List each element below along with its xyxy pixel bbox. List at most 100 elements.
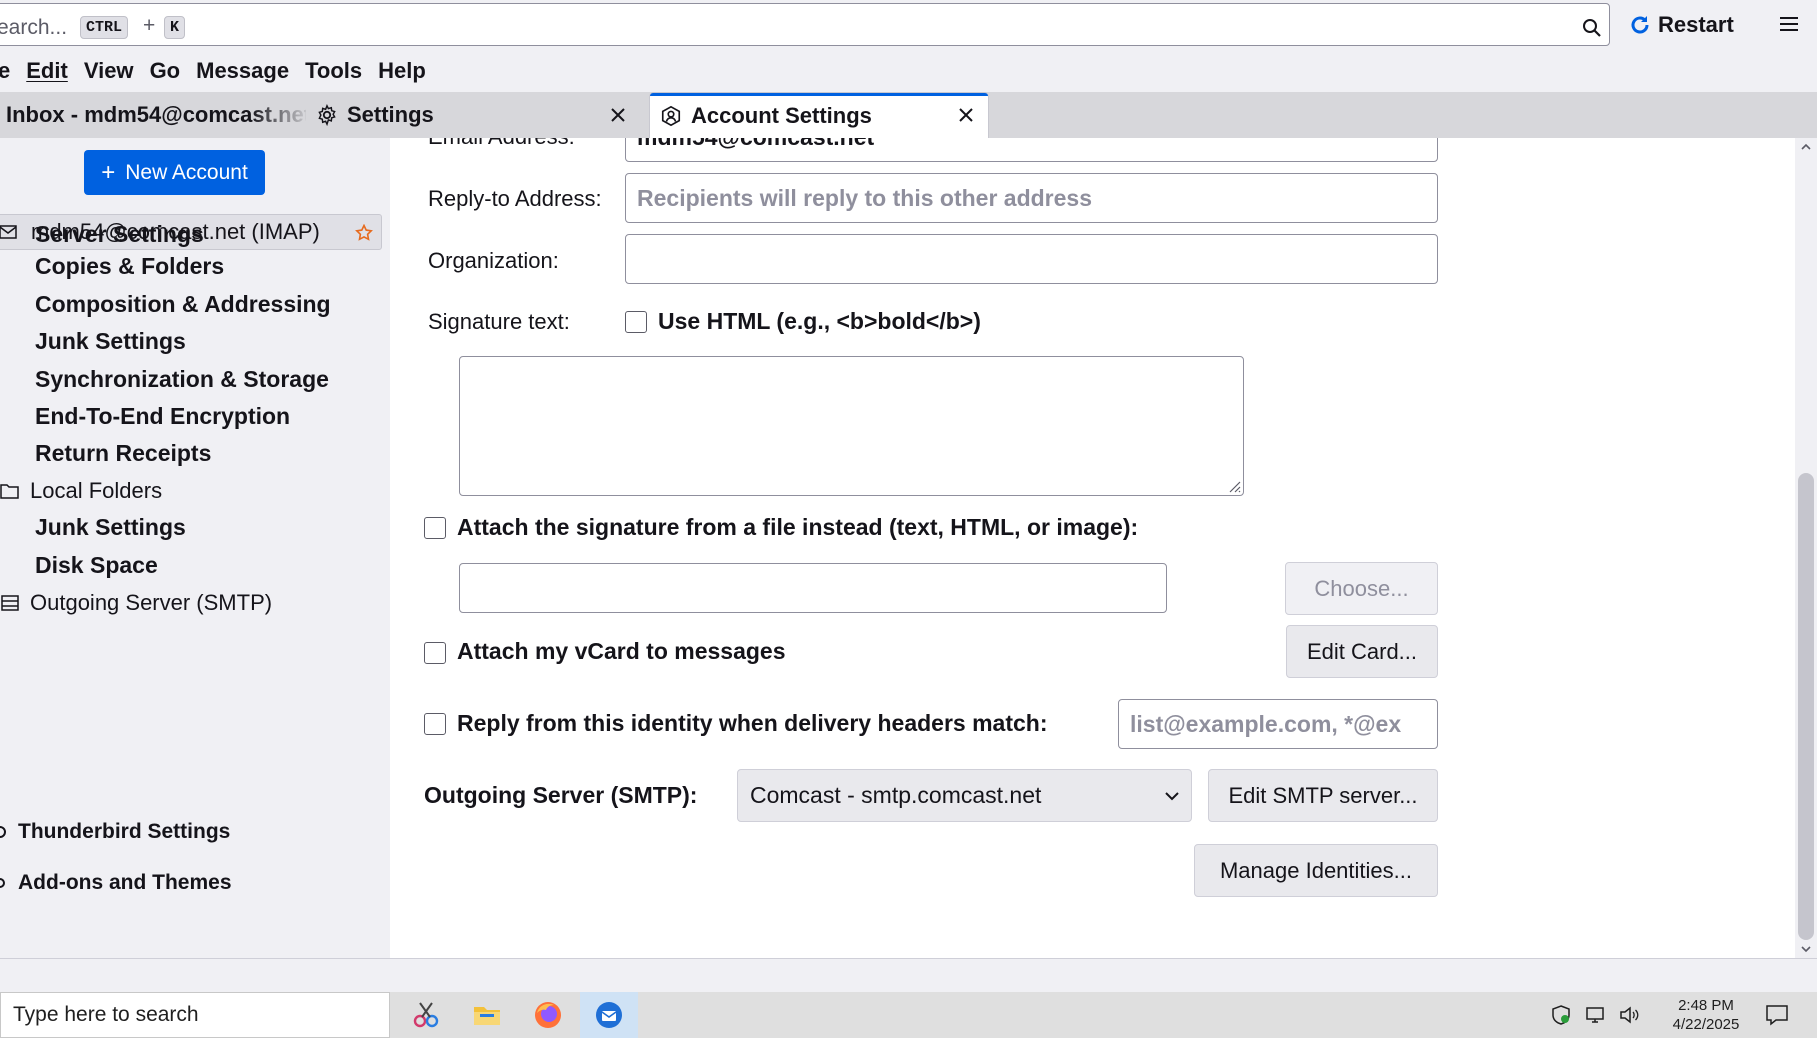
tab-inbox[interactable]: Inbox - mdm54@comcast.net	[6, 92, 306, 138]
attach-vcard-label[interactable]: Attach my vCard to messages	[457, 638, 786, 665]
tab-account-settings[interactable]: Account Settings	[650, 93, 988, 138]
global-search-text[interactable]: earch...	[0, 16, 67, 40]
volume-icon[interactable]	[1618, 1004, 1640, 1026]
notification-icon[interactable]	[1764, 1003, 1790, 1027]
use-html-checkbox[interactable]	[625, 311, 647, 333]
local-folders-label: Local Folders	[30, 478, 163, 503]
use-html-label[interactable]: Use HTML (e.g., <b>bold</b>)	[658, 308, 981, 335]
attach-signature-file-label[interactable]: Attach the signature from a file instead…	[457, 514, 1138, 541]
shortcut-ctrl-key: CTRL	[80, 16, 129, 39]
sidebar-item-copies-folders[interactable]: Copies & Folders	[35, 253, 224, 280]
firefox-icon	[535, 1002, 561, 1028]
top-toolbar: earch... CTRL + K Restart	[0, 0, 1817, 50]
reply-to-label: Reply-to Address:	[428, 186, 602, 211]
email-address-value: mdm54@comcast.net	[637, 138, 874, 151]
tab-settings-label: Settings	[347, 102, 434, 127]
snipping-tool-icon	[413, 1002, 439, 1028]
tab-settings[interactable]: Settings	[316, 92, 638, 138]
security-shield-icon[interactable]	[1550, 1004, 1572, 1026]
sidebar-addons-themes[interactable]: Add-ons and Themes	[0, 871, 232, 895]
system-tray	[1550, 992, 1640, 1038]
sidebar-item-composition[interactable]: Composition & Addressing	[35, 291, 331, 318]
new-account-button[interactable]: + New Account	[84, 150, 265, 195]
reply-identity-checkbox[interactable]	[424, 713, 446, 735]
app-menu-icon[interactable]	[1778, 14, 1800, 34]
status-bar	[0, 958, 1817, 992]
clock-time: 2:48 PM	[1678, 997, 1734, 1014]
reply-identity-headers-field[interactable]: list@example.com, *@ex	[1118, 699, 1438, 749]
reply-to-field[interactable]: Recipients will reply to this other addr…	[625, 173, 1438, 223]
reply-identity-label[interactable]: Reply from this identity when delivery h…	[457, 710, 1048, 737]
content-scrollbar[interactable]	[1795, 138, 1817, 958]
sidebar-item-disk-space[interactable]: Disk Space	[35, 552, 158, 579]
mail-account-icon	[0, 225, 17, 239]
sidebar-item-e2e-encryption[interactable]: End-To-End Encryption	[35, 403, 290, 430]
clock-date: 4/22/2025	[1672, 1016, 1740, 1033]
menu-file[interactable]: e	[0, 58, 18, 84]
menu-edit[interactable]: Edit	[18, 58, 76, 84]
tab-account-settings-label: Account Settings	[691, 102, 872, 128]
email-address-label: Email Address:	[428, 138, 575, 150]
taskbar-app-firefox[interactable]	[519, 992, 577, 1038]
taskbar-search-box[interactable]: Type here to search	[0, 992, 390, 1038]
sidebar-item-return-receipts[interactable]: Return Receipts	[35, 440, 211, 467]
manage-identities-button[interactable]: Manage Identities...	[1194, 844, 1438, 897]
taskbar-app-thunderbird[interactable]	[580, 992, 638, 1038]
global-search-box[interactable]: earch... CTRL + K	[0, 3, 1610, 46]
attach-signature-file-checkbox[interactable]	[424, 517, 446, 539]
taskbar-app-file-explorer[interactable]	[458, 992, 516, 1038]
restart-label: Restart	[1658, 12, 1734, 37]
reply-to-placeholder: Recipients will reply to this other addr…	[637, 184, 1093, 211]
menu-go[interactable]: Go	[142, 58, 189, 84]
outgoing-server-icon	[1, 595, 19, 611]
restart-icon	[1631, 16, 1649, 34]
resize-grip-icon[interactable]	[1227, 479, 1241, 493]
menu-help[interactable]: Help	[370, 58, 434, 84]
signature-textarea[interactable]	[459, 356, 1244, 496]
sidebar-item-server-settings[interactable]: Server Settings	[35, 221, 204, 248]
close-icon[interactable]	[956, 105, 976, 125]
choose-file-label: Choose...	[1314, 575, 1409, 601]
folder-icon	[474, 1007, 500, 1025]
edit-card-label: Edit Card...	[1306, 638, 1418, 664]
organization-field[interactable]	[625, 234, 1438, 284]
sidebar-item-outgoing-server[interactable]: Outgoing Server (SMTP)	[0, 590, 272, 616]
choose-file-button[interactable]: Choose...	[1285, 562, 1438, 615]
search-icon[interactable]	[1582, 18, 1602, 38]
outgoing-server-smtp-label: Outgoing Server (SMTP):	[424, 782, 698, 808]
scrollbar-thumb[interactable]	[1798, 473, 1814, 940]
account-sidebar: + New Account mdm54@comcast.net (IMAP) S…	[0, 138, 390, 958]
close-icon[interactable]	[608, 105, 628, 125]
signature-file-path-field[interactable]	[459, 563, 1167, 613]
edit-card-button[interactable]: Edit Card...	[1286, 625, 1438, 678]
thunderbird-settings-label: Thunderbird Settings	[18, 820, 231, 843]
network-icon[interactable]	[1584, 1004, 1606, 1026]
sidebar-item-junk-settings[interactable]: Junk Settings	[35, 328, 186, 355]
organization-label: Organization:	[428, 248, 559, 273]
restart-button[interactable]: Restart	[1628, 8, 1734, 42]
attach-vcard-checkbox[interactable]	[424, 642, 446, 664]
scroll-down-icon[interactable]	[1800, 943, 1812, 955]
folder-icon	[0, 484, 19, 499]
sidebar-item-local-junk-settings[interactable]: Junk Settings	[35, 514, 186, 541]
addons-themes-label: Add-ons and Themes	[18, 871, 232, 894]
puzzle-icon	[0, 878, 5, 888]
account-settings-icon	[661, 105, 681, 126]
edit-smtp-server-button[interactable]: Edit SMTP server...	[1208, 769, 1438, 822]
email-address-field[interactable]: mdm54@comcast.net	[625, 138, 1438, 162]
thunderbird-icon	[596, 1002, 622, 1028]
signature-text-label: Signature text:	[428, 309, 570, 334]
shortcut-plus: +	[143, 14, 156, 37]
taskbar-clock[interactable]: 2:48 PM 4/22/2025	[1668, 996, 1744, 1034]
menu-message[interactable]: Message	[188, 58, 297, 84]
taskbar-app-snipping[interactable]	[397, 992, 455, 1038]
gear-icon	[0, 826, 6, 838]
scroll-up-icon[interactable]	[1800, 141, 1812, 153]
menu-tools[interactable]: Tools	[297, 58, 370, 84]
sidebar-item-sync-storage[interactable]: Synchronization & Storage	[35, 366, 329, 393]
account-settings-panel: Email Address: mdm54@comcast.net Reply-t…	[390, 138, 1795, 958]
sidebar-item-local-folders[interactable]: Local Folders	[0, 478, 162, 504]
sidebar-thunderbird-settings[interactable]: Thunderbird Settings	[0, 820, 230, 844]
outgoing-server-select[interactable]: Comcast - smtp.comcast.net	[737, 769, 1192, 822]
menu-view[interactable]: View	[76, 58, 142, 84]
